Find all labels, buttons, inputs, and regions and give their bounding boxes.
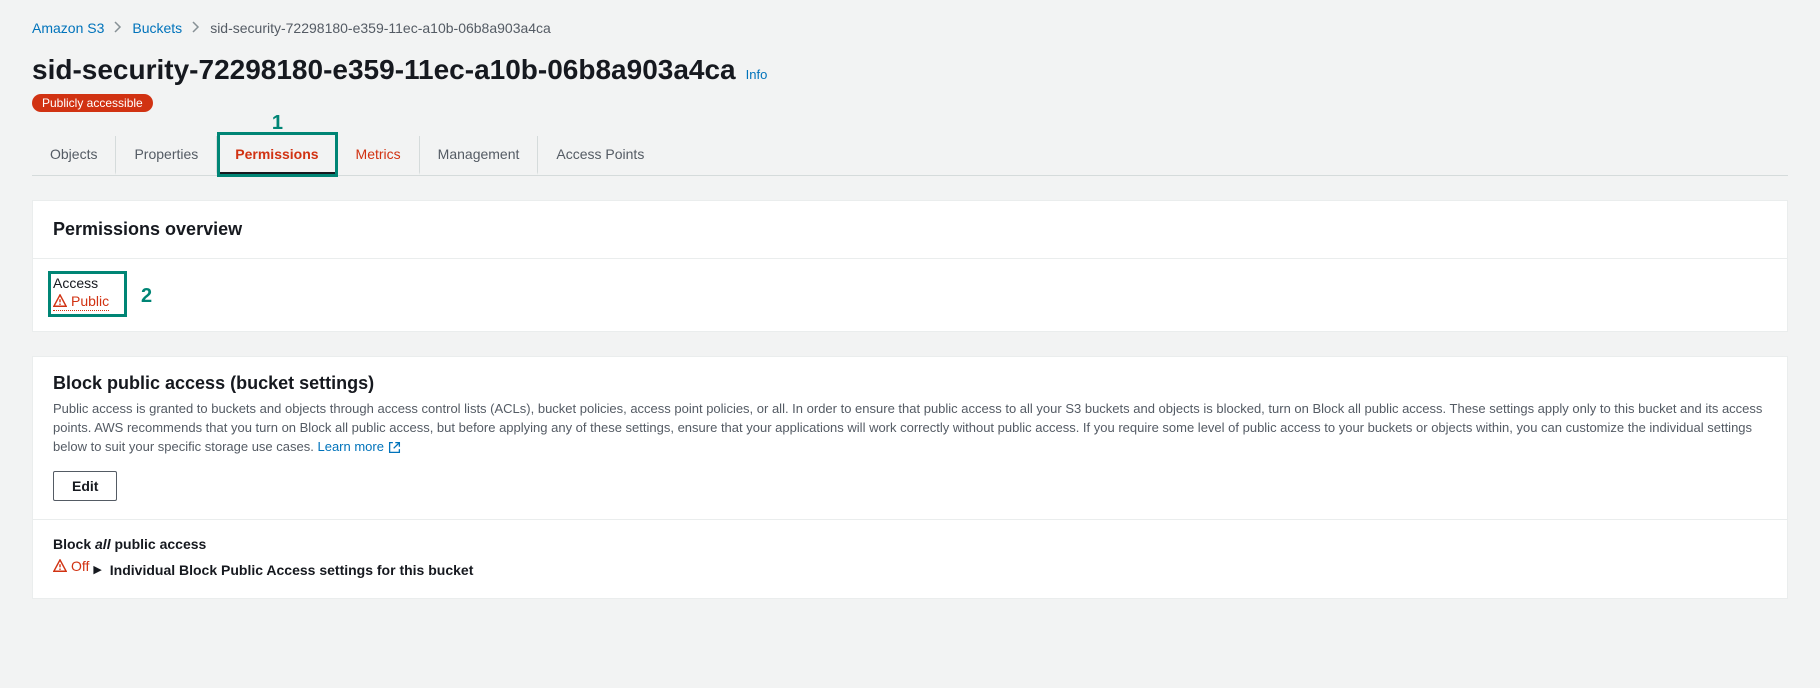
tab-access-points[interactable]: Access Points bbox=[538, 136, 662, 175]
breadcrumb-current: sid-security-72298180-e359-11ec-a10b-06b… bbox=[210, 20, 551, 36]
page-title: sid-security-72298180-e359-11ec-a10b-06b… bbox=[32, 54, 736, 86]
permissions-overview-card: Permissions overview Access Public 2 bbox=[32, 200, 1788, 332]
block-all-status-text: Off bbox=[71, 558, 89, 574]
warning-icon bbox=[53, 559, 67, 573]
tabs: Objects Properties Permissions 1 Metrics… bbox=[32, 136, 1788, 176]
public-badge: Publicly accessible bbox=[32, 94, 153, 112]
annotation-number-2: 2 bbox=[141, 285, 152, 308]
external-link-icon bbox=[388, 441, 400, 453]
access-label: Access bbox=[53, 275, 109, 291]
learn-more-link[interactable]: Learn more bbox=[317, 438, 399, 457]
breadcrumb-root[interactable]: Amazon S3 bbox=[32, 20, 104, 36]
tab-permissions[interactable]: Permissions bbox=[217, 136, 337, 175]
triangle-right-icon: ▶ bbox=[93, 563, 101, 576]
tab-objects[interactable]: Objects bbox=[32, 136, 116, 175]
breadcrumb-buckets[interactable]: Buckets bbox=[132, 20, 182, 36]
chevron-right-icon bbox=[192, 20, 200, 36]
divider bbox=[33, 519, 1787, 520]
warning-icon bbox=[53, 294, 67, 308]
edit-button[interactable]: Edit bbox=[53, 471, 117, 501]
block-all-status: Off bbox=[53, 558, 89, 574]
block-all-title: Block all public access bbox=[53, 536, 1767, 552]
bpa-title: Block public access (bucket settings) bbox=[53, 373, 1767, 394]
access-value-text: Public bbox=[71, 293, 109, 309]
tab-properties[interactable]: Properties bbox=[116, 136, 217, 175]
expander-label: Individual Block Public Access settings … bbox=[110, 562, 474, 578]
tab-metrics[interactable]: Metrics bbox=[338, 136, 420, 175]
bpa-description: Public access is granted to buckets and … bbox=[53, 400, 1767, 457]
tab-management[interactable]: Management bbox=[420, 136, 539, 175]
individual-settings-expander[interactable]: ▶ Individual Block Public Access setting… bbox=[93, 562, 473, 578]
access-value: Public bbox=[53, 293, 109, 311]
breadcrumb: Amazon S3 Buckets sid-security-72298180-… bbox=[32, 20, 1788, 36]
block-public-access-card: Block public access (bucket settings) Pu… bbox=[32, 356, 1788, 599]
permissions-overview-title: Permissions overview bbox=[53, 219, 1767, 240]
chevron-right-icon bbox=[114, 20, 122, 36]
info-link[interactable]: Info bbox=[746, 67, 768, 82]
annotation-number-1: 1 bbox=[272, 112, 283, 135]
